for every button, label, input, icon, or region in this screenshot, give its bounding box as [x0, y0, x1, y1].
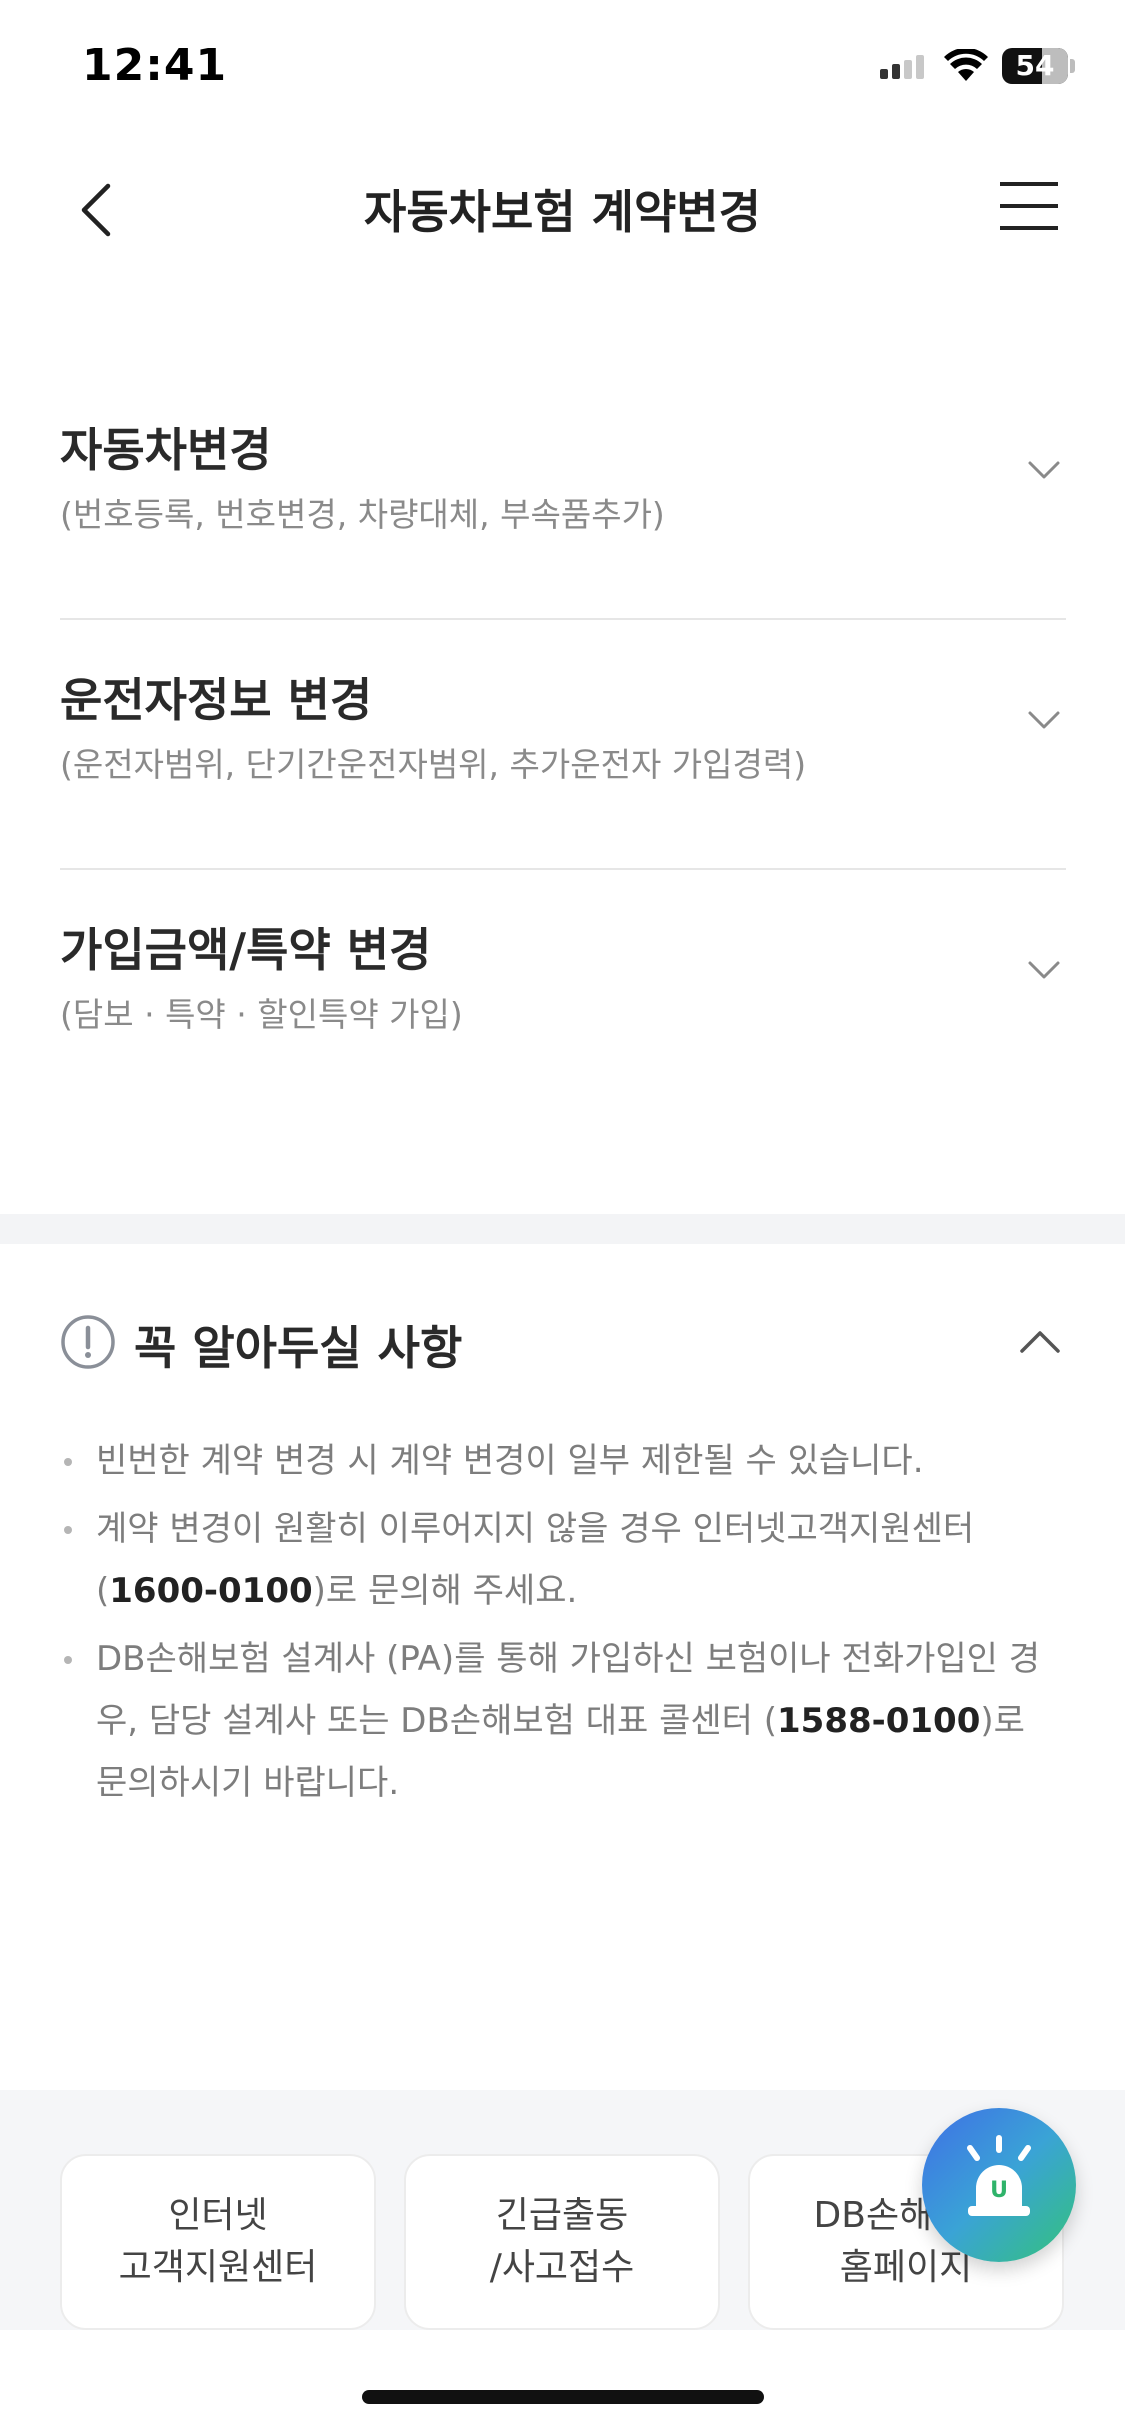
quick-link-emergency-dispatch[interactable]: 긴급출동 /사고접수: [404, 2154, 720, 2330]
change-menu-list: 자동차변경 (번호등록, 번호변경, 차량대체, 부속품추가) 운전자정보 변경…: [60, 370, 1066, 1118]
quick-link-online-support[interactable]: 인터넷 고객지원센터: [60, 2154, 376, 2330]
accordion-title: 가입금액/특약 변경: [60, 923, 432, 977]
phone-number: 1600-0100: [109, 1571, 313, 1611]
battery-tip: [1070, 59, 1075, 73]
quick-link-label: 고객지원센터: [118, 2247, 318, 2288]
notice-item: DB손해보험 설계사 (PA)를 통해 가입하신 보험이나 전화가입인 경우, …: [60, 1628, 1060, 1814]
home-indicator: [362, 2390, 764, 2404]
battery-icon: 54: [1002, 48, 1068, 84]
fab-label: U: [990, 2178, 1008, 2203]
accordion-title: 자동차변경: [60, 423, 272, 477]
chevron-down-icon[interactable]: [1026, 452, 1062, 488]
wifi-icon: [944, 49, 988, 81]
app-header: 자동차보험 계약변경: [0, 150, 1125, 270]
notice-item: 빈번한 계약 변경 시 계약 변경이 일부 제한될 수 있습니다.: [60, 1430, 1060, 1492]
notice-header[interactable]: 꼭 알아두실 사항: [60, 1310, 1066, 1380]
chevron-down-icon[interactable]: [1026, 952, 1062, 988]
chevron-down-icon[interactable]: [1026, 702, 1062, 738]
accordion-coverage-change[interactable]: 가입금액/특약 변경 (담보 · 특약 · 할인특약 가입): [60, 870, 1066, 1118]
accordion-vehicle-change[interactable]: 자동차변경 (번호등록, 번호변경, 차량대체, 부속품추가): [60, 370, 1066, 620]
quick-link-label: 인터넷: [168, 2195, 268, 2236]
accordion-subtitle: (담보 · 특약 · 할인특약 가입): [60, 995, 463, 1034]
accordion-subtitle: (운전자범위, 단기간운전자범위, 추가운전자 가입경력): [60, 745, 807, 784]
accordion-driver-info-change[interactable]: 운전자정보 변경 (운전자범위, 단기간운전자범위, 추가운전자 가입경력): [60, 620, 1066, 870]
page-title: 자동차보험 계약변경: [364, 185, 761, 239]
notice-title: 꼭 알아두실 사항: [134, 1321, 463, 1375]
hamburger-menu-icon[interactable]: [998, 180, 1060, 232]
accordion-subtitle: (번호등록, 번호변경, 차량대체, 부속품추가): [60, 495, 665, 534]
accordion-title: 운전자정보 변경: [60, 673, 373, 727]
quick-link-label: /사고접수: [489, 2247, 635, 2288]
section-divider: [0, 1214, 1125, 1244]
chevron-up-icon[interactable]: [1018, 1320, 1062, 1364]
status-icons: 54: [878, 48, 1075, 84]
phone-number: 1588-0100: [777, 1701, 981, 1741]
emergency-fab-button[interactable]: U: [922, 2108, 1076, 2262]
notice-list: 빈번한 계약 변경 시 계약 변경이 일부 제한될 수 있습니다. 계약 변경이…: [60, 1430, 1060, 1820]
quick-link-label: 긴급출동: [495, 2195, 629, 2236]
cellular-signal-icon: [880, 55, 924, 79]
notice-item: 계약 변경이 원활히 이루어지지 않을 경우 인터넷고객지원센터 (1600-0…: [60, 1498, 1060, 1622]
exclamation-circle-icon: [61, 1315, 115, 1369]
status-time: 12:41: [82, 40, 228, 91]
status-bar: 12:41 54: [0, 0, 1125, 140]
battery-level: 54: [1015, 49, 1055, 82]
